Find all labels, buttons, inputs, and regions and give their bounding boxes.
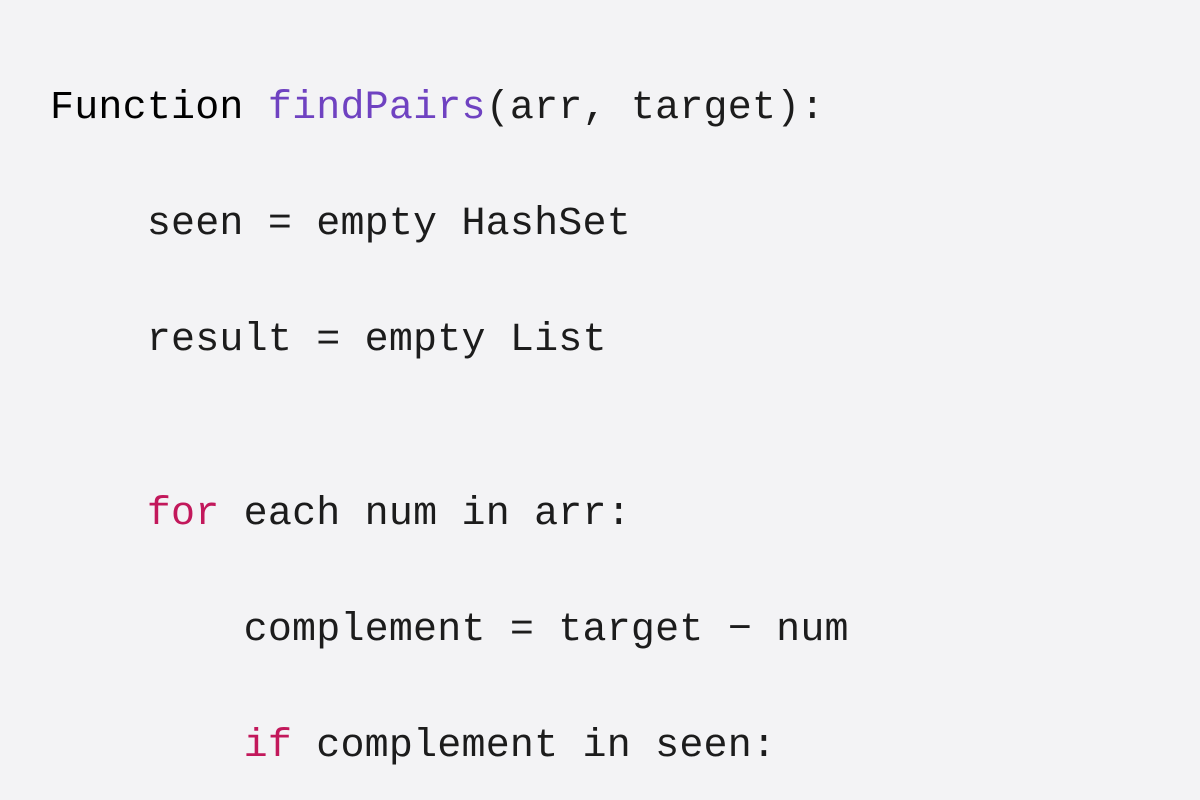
code-block: Function findPairs(arr, target): seen = … [0, 0, 1200, 800]
code-line: result = empty List [50, 312, 1200, 370]
keyword-for: for [147, 492, 220, 537]
code-line: complement = target − num [50, 602, 1200, 660]
code-line: if complement in seen: [50, 718, 1200, 776]
function-name: findPairs [268, 86, 486, 131]
page-root: Function findPairs(arr, target): seen = … [0, 0, 1200, 800]
keyword-function: Function [50, 86, 244, 131]
code-line: seen = empty HashSet [50, 196, 1200, 254]
code-line: Function findPairs(arr, target): [50, 80, 1200, 138]
params: (arr, target): [486, 86, 825, 131]
keyword-if: if [244, 724, 292, 769]
code-line: for each num in arr: [50, 486, 1200, 544]
